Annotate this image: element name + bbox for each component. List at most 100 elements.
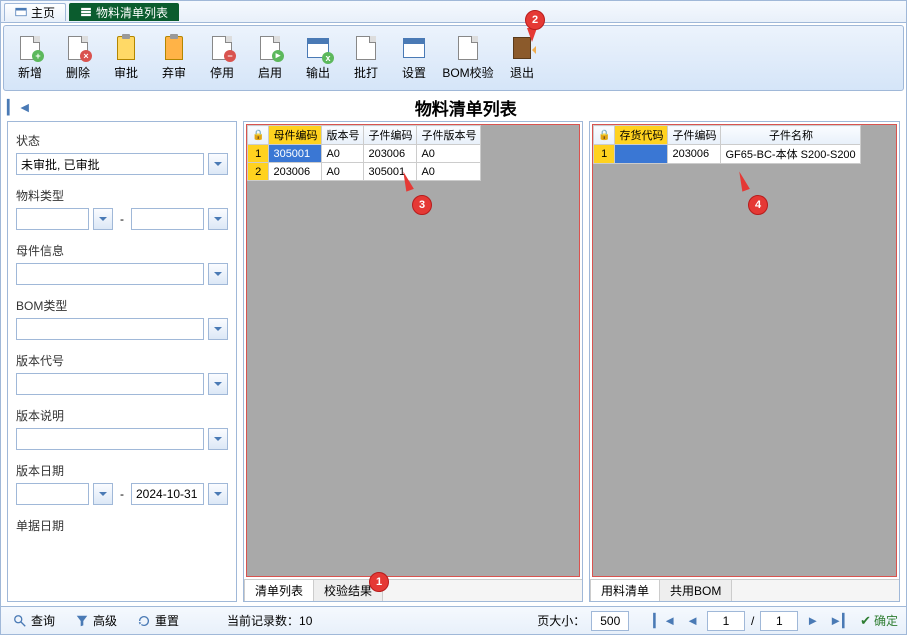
enable-button[interactable]: ▸ 启用 [246,28,294,88]
table-row[interactable]: 1 305001 A0 203006 A0 [248,145,481,163]
parent-info-dd[interactable] [208,263,228,285]
settings-button[interactable]: 设置 [390,28,438,88]
col-parent[interactable]: 母件编码 [269,126,322,145]
detail-grid[interactable]: 🔒 存货代码 子件编码 子件名称 1 203006 GF65-BC-本体 S20… [593,125,896,164]
batch-print-label: 批打 [354,64,378,81]
col-ver[interactable]: 版本号 [322,126,364,145]
print-icon [354,36,378,60]
page-input[interactable] [707,611,745,631]
settings-icon [402,36,426,60]
tab-home-label: 主页 [31,4,55,21]
version-desc-dd[interactable] [208,428,228,450]
version-code-input[interactable] [16,373,204,395]
callout-2-arrow [527,28,537,47]
bom-check-button[interactable]: BOM校验 [438,28,498,88]
material-type-to[interactable] [131,208,204,230]
approve-icon [114,36,138,60]
advanced-button[interactable]: 高级 [71,610,121,631]
lock-col: 🔒 [594,126,615,145]
pager: 页大小： ▎◄ ◄ / ► ►▎ 确定 [537,611,898,631]
version-desc-label: 版本说明 [16,407,228,424]
confirm-button[interactable]: 确定 [860,612,898,629]
doc-date-label: 单据日期 [16,517,228,534]
new-icon: + [18,36,42,60]
tab-bom-list[interactable]: 物料清单列表 [69,3,179,21]
nav-first-icon[interactable]: ▎◄ [7,99,32,116]
stop-button[interactable]: − 停用 [198,28,246,88]
list-grid-wrap: 🔒 母件编码 版本号 子件编码 子件版本号 1 305001 A0 20300 [246,124,580,577]
table-row[interactable]: 2 203006 A0 305001 A0 [248,163,481,181]
status-dropdown-icon[interactable] [208,153,228,175]
lock-icon: 🔒 [598,130,610,141]
search-icon [13,614,27,628]
version-desc-input[interactable] [16,428,204,450]
tab-material-list[interactable]: 用料清单 [590,579,660,602]
pager-next-icon[interactable]: ► [804,613,821,628]
bom-check-icon [456,36,480,60]
batch-print-button[interactable]: 批打 [342,28,390,88]
export-button[interactable]: x 输出 [294,28,342,88]
bom-check-label: BOM校验 [442,64,493,81]
callout-3: 3 [412,195,432,215]
approve-label: 审批 [114,64,138,81]
version-date-from-dd[interactable] [93,483,113,505]
version-date-from[interactable] [16,483,89,505]
version-date-to-dd[interactable] [208,483,228,505]
bom-type-label: BOM类型 [16,297,228,314]
reject-icon [162,36,186,60]
enable-label: 启用 [258,64,282,81]
new-label: 新增 [18,64,42,81]
callout-2: 2 [525,10,545,30]
tab-home[interactable]: 主页 [4,3,66,21]
version-date-to[interactable] [131,483,204,505]
list-icon [80,6,92,18]
reset-icon [137,614,151,628]
pager-last-icon[interactable]: ►▎ [827,613,854,629]
approve-button[interactable]: 审批 [102,28,150,88]
delete-button[interactable]: × 删除 [54,28,102,88]
list-panel-tabs: 清单列表 校验结果 1 [244,579,582,601]
page-size-label: 页大小： [537,612,585,629]
version-date-label: 版本日期 [16,462,228,479]
version-code-dd[interactable] [208,373,228,395]
main-toolbar: + 新增 × 删除 审批 弃审 − 停用 ▸ 启用 x 输出 批打 设置 BOM… [3,25,904,91]
pager-first-icon[interactable]: ▎◄ [651,613,678,629]
status-input[interactable] [16,153,204,175]
reject-label: 弃审 [162,64,186,81]
funnel-icon [75,614,89,628]
callout-4: 4 [748,195,768,215]
page-size-input[interactable] [591,611,629,631]
parent-info-input[interactable] [16,263,204,285]
detail-grid-wrap: 🔒 存货代码 子件编码 子件名称 1 203006 GF65-BC-本体 S20… [592,124,897,577]
col-child-code[interactable]: 子件编码 [668,126,721,145]
tab-shared-bom[interactable]: 共用BOM [659,579,732,602]
table-row[interactable]: 1 203006 GF65-BC-本体 S200-S200 [594,145,861,164]
material-type-from-dd[interactable] [93,208,113,230]
page-sep: / [751,614,754,628]
stop-icon: − [210,36,234,60]
lock-col: 🔒 [248,126,269,145]
tab-list[interactable]: 清单列表 [244,579,314,602]
pager-prev-icon[interactable]: ◄ [684,613,701,628]
export-icon: x [306,36,330,60]
version-code-label: 版本代号 [16,352,228,369]
exit-button[interactable]: 退出 [498,28,546,88]
bom-type-dd[interactable] [208,318,228,340]
reset-button[interactable]: 重置 [133,610,183,631]
new-button[interactable]: + 新增 [6,28,54,88]
delete-label: 删除 [66,64,90,81]
reject-button[interactable]: 弃审 [150,28,198,88]
col-cver[interactable]: 子件版本号 [417,126,481,145]
material-type-from[interactable] [16,208,89,230]
page-title: 物料清单列表 [32,95,900,120]
material-type-to-dd[interactable] [208,208,228,230]
col-child[interactable]: 子件编码 [364,126,417,145]
main-area: 状态 物料类型 - 母件信息 BOM类型 版本代号 版 [1,121,906,606]
bom-type-input[interactable] [16,318,204,340]
app-tab-strip: 主页 物料清单列表 [1,1,906,23]
list-grid[interactable]: 🔒 母件编码 版本号 子件编码 子件版本号 1 305001 A0 20300 [247,125,579,181]
col-child-name[interactable]: 子件名称 [721,126,861,145]
col-inv-code[interactable]: 存货代码 [615,126,668,145]
query-button[interactable]: 查询 [9,610,59,631]
home-icon [15,6,27,18]
